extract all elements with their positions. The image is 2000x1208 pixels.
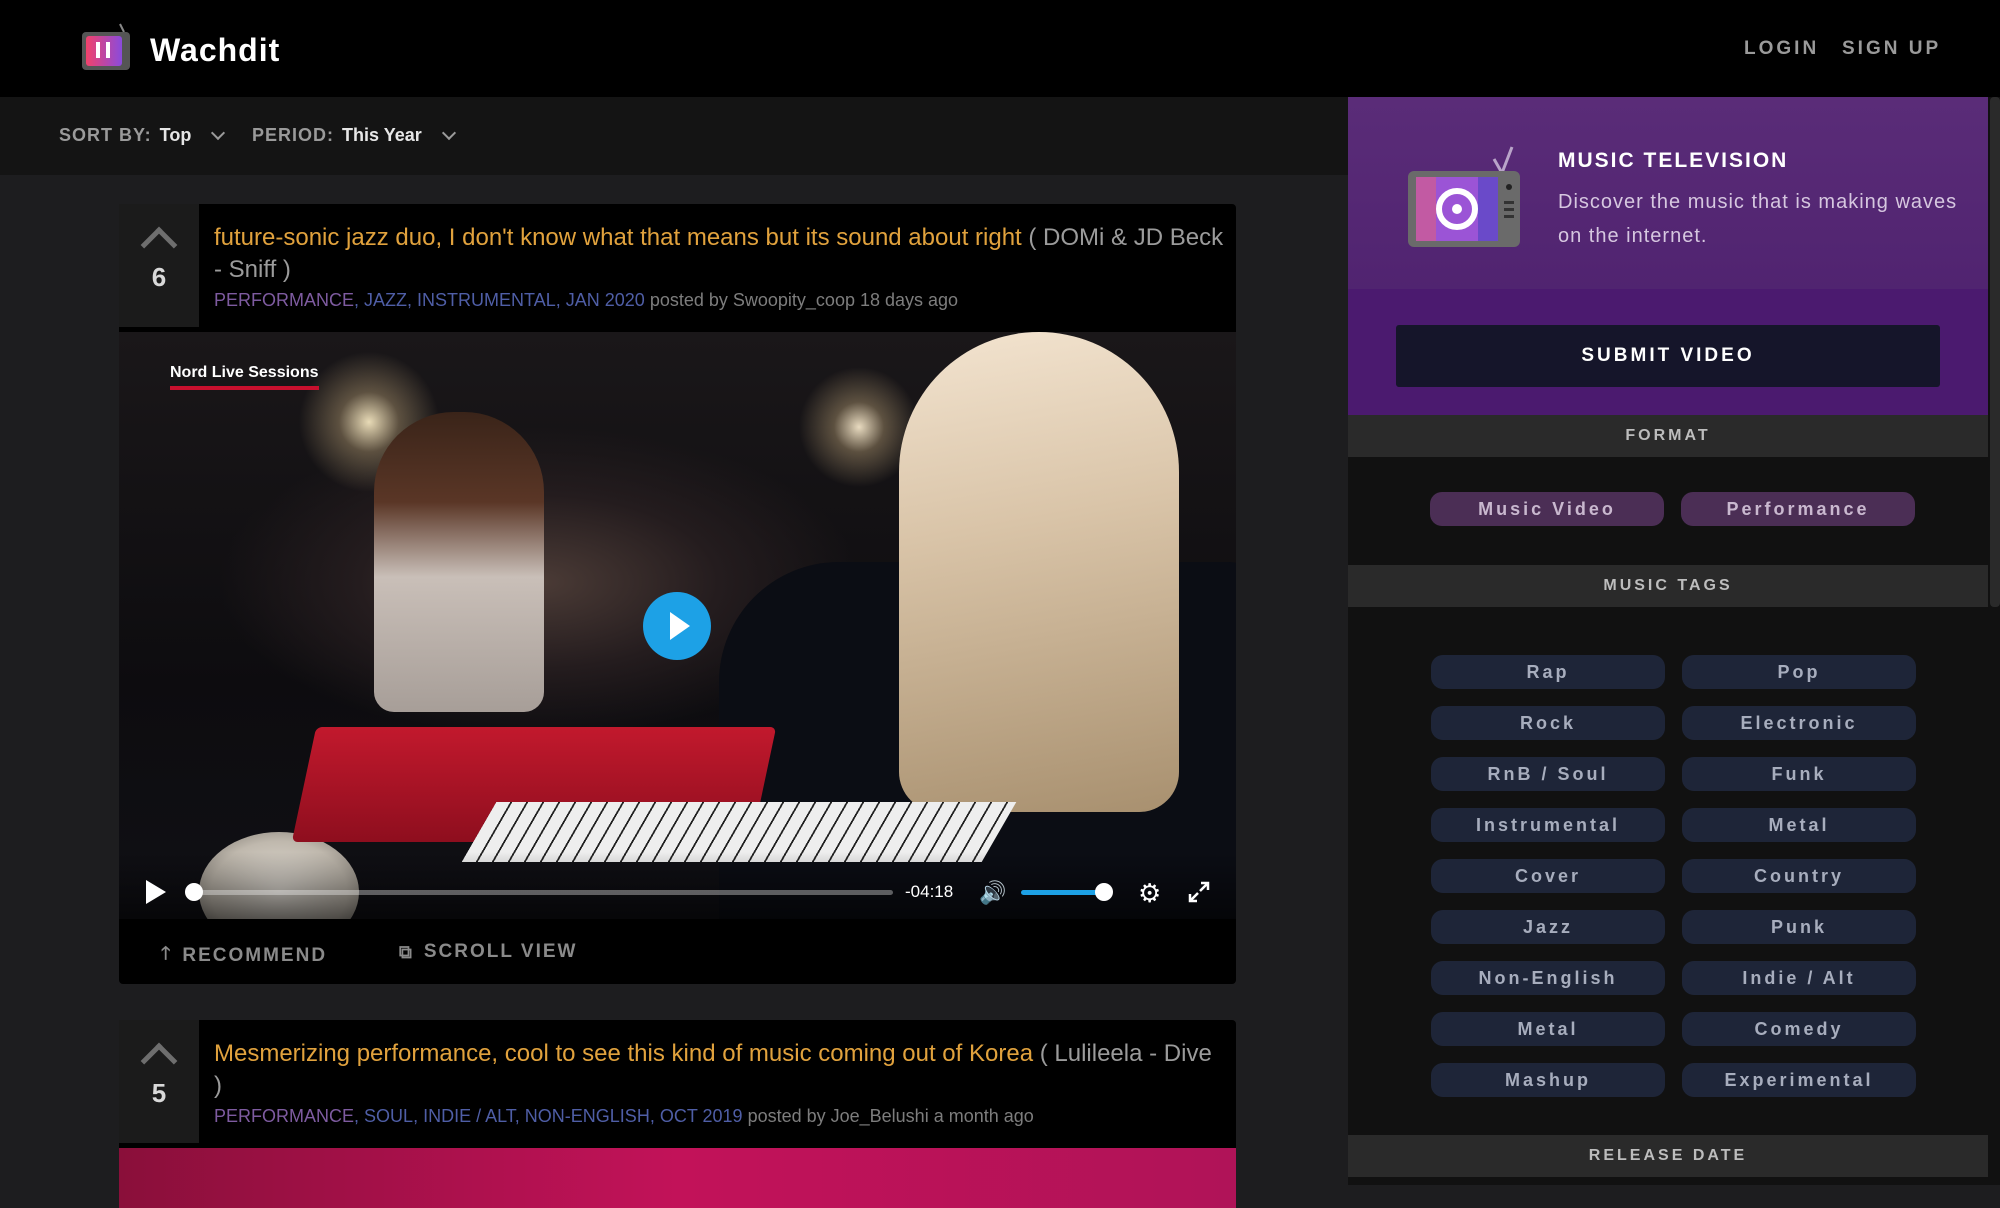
vote-box: 5 bbox=[119, 1020, 199, 1143]
volume-handle[interactable] bbox=[1095, 883, 1113, 901]
play-button[interactable] bbox=[146, 880, 166, 904]
sort-label: SORT BY: bbox=[59, 125, 152, 145]
sort-value: Top bbox=[159, 125, 192, 145]
tag-pop[interactable]: Pop bbox=[1682, 655, 1916, 689]
tag-link[interactable]: JAN 2020 bbox=[566, 290, 645, 310]
period-label: PERIOD: bbox=[252, 125, 335, 145]
tag-country[interactable]: Country bbox=[1682, 859, 1916, 893]
recommend-label: RECOMMEND bbox=[182, 945, 328, 966]
post-card: 6 future-sonic jazz duo, I don't know wh… bbox=[119, 204, 1236, 984]
posted-by: posted by Swoopity_coop 18 days ago bbox=[649, 290, 959, 310]
music-tags-heading: MUSIC TAGS bbox=[1348, 565, 1988, 607]
volume-icon[interactable]: 🔊 bbox=[979, 882, 1006, 904]
post-meta: PERFORMANCE, SOUL, INDIE / ALT, NON-ENGL… bbox=[214, 1106, 1034, 1126]
sort-bar: SORT BY: Top PERIOD: This Year bbox=[0, 97, 1348, 175]
upvote-arrow-icon[interactable] bbox=[140, 1042, 178, 1080]
chevron-down-icon bbox=[211, 125, 226, 140]
scroll-view-icon: ⧉ bbox=[399, 941, 414, 962]
tag-electronic[interactable]: Electronic bbox=[1682, 706, 1916, 740]
video-watermark: Nord Live Sessions bbox=[170, 364, 319, 390]
scroll-view-label: SCROLL VIEW bbox=[423, 941, 578, 962]
vote-count: 6 bbox=[151, 262, 167, 292]
tag-jazz[interactable]: Jazz bbox=[1431, 910, 1665, 944]
arrow-up-icon: 🡑 bbox=[161, 943, 173, 963]
period-dropdown[interactable]: PERIOD: This Year bbox=[252, 125, 456, 146]
tag-link[interactable]: PERFORMANCE bbox=[214, 290, 354, 310]
format-heading: FORMAT bbox=[1348, 415, 1988, 457]
sidebar-scrollbar[interactable] bbox=[1990, 97, 2000, 607]
sidebar: MUSIC TELEVISION Discover the music that… bbox=[1348, 97, 2000, 1185]
video-player[interactable] bbox=[119, 1148, 1236, 1208]
music-tags-section: Rap Pop Rock Electronic RnB / Soul Funk … bbox=[1348, 607, 1988, 1135]
tag-non-english[interactable]: Non-English bbox=[1431, 961, 1665, 995]
promo-title: MUSIC TELEVISION bbox=[1558, 149, 1789, 172]
format-section: Music Video Performance bbox=[1348, 457, 1988, 565]
tv-logo-icon[interactable] bbox=[80, 22, 132, 74]
vote-count: 5 bbox=[151, 1078, 167, 1108]
tag-punk[interactable]: Punk bbox=[1682, 910, 1916, 944]
tag-link[interactable]: PERFORMANCE bbox=[214, 1106, 354, 1126]
music-tv-icon bbox=[1408, 146, 1520, 247]
tag-rap[interactable]: Rap bbox=[1431, 655, 1665, 689]
upvote-arrow-icon[interactable] bbox=[140, 226, 178, 264]
fullscreen-icon[interactable] bbox=[1187, 880, 1211, 904]
seek-bar[interactable] bbox=[193, 890, 893, 895]
video-scene-drummer bbox=[374, 412, 544, 712]
posted-by: posted by Joe_Belushi a month ago bbox=[747, 1106, 1034, 1126]
recommend-button[interactable]: 🡑 RECOMMEND bbox=[161, 941, 327, 971]
tag-instrumental[interactable]: Instrumental bbox=[1431, 808, 1665, 842]
format-music-video[interactable]: Music Video bbox=[1430, 492, 1664, 526]
tag-metal[interactable]: Metal bbox=[1682, 808, 1916, 842]
release-date-heading: RELEASE DATE bbox=[1348, 1135, 1988, 1177]
tag-rnb-soul[interactable]: RnB / Soul bbox=[1431, 757, 1665, 791]
top-navbar: Wachdit LOGIN SIGN UP bbox=[0, 0, 2000, 97]
period-value: This Year bbox=[342, 125, 422, 145]
tag-link[interactable]: SOUL bbox=[364, 1106, 413, 1126]
settings-gear-icon[interactable]: ⚙ bbox=[1138, 880, 1164, 906]
tag-link[interactable]: INSTRUMENTAL bbox=[417, 290, 556, 310]
play-overlay-button[interactable] bbox=[643, 592, 711, 660]
post-title-text[interactable]: Mesmerizing performance, cool to see thi… bbox=[214, 1040, 1033, 1067]
submit-video-button[interactable]: SUBMIT VIDEO bbox=[1396, 325, 1940, 387]
video-controls: -04:18 🔊 ⚙ bbox=[119, 852, 1236, 919]
tag-mashup[interactable]: Mashup bbox=[1431, 1063, 1665, 1097]
post-card: 5 Mesmerizing performance, cool to see t… bbox=[119, 1020, 1236, 1208]
video-scene-hair bbox=[899, 332, 1179, 812]
post-actions: 🡑 RECOMMEND ⧉ SCROLL VIEW bbox=[119, 919, 1236, 989]
post-title[interactable]: future-sonic jazz duo, I don't know what… bbox=[214, 222, 1224, 286]
time-remaining: -04:18 bbox=[905, 882, 954, 901]
chevron-down-icon bbox=[441, 125, 456, 140]
format-performance[interactable]: Performance bbox=[1681, 492, 1915, 526]
tag-link[interactable]: NON-ENGLISH bbox=[525, 1106, 650, 1126]
brand-name[interactable]: Wachdit bbox=[150, 32, 280, 69]
login-link[interactable]: LOGIN bbox=[1744, 38, 1819, 60]
tag-comedy[interactable]: Comedy bbox=[1682, 1012, 1916, 1046]
promo-description: Discover the music that is making waves … bbox=[1558, 191, 1958, 247]
promo-panel: MUSIC TELEVISION Discover the music that… bbox=[1348, 97, 1988, 415]
sort-dropdown[interactable]: SORT BY: Top bbox=[59, 125, 226, 146]
tag-rock[interactable]: Rock bbox=[1431, 706, 1665, 740]
signup-link[interactable]: SIGN UP bbox=[1842, 38, 1941, 60]
scroll-view-button[interactable]: ⧉ SCROLL VIEW bbox=[399, 941, 577, 963]
tag-metal[interactable]: Metal bbox=[1431, 1012, 1665, 1046]
tag-cover[interactable]: Cover bbox=[1431, 859, 1665, 893]
post-meta: PERFORMANCE, JAZZ, INSTRUMENTAL, JAN 202… bbox=[214, 290, 959, 310]
tag-indie-alt[interactable]: Indie / Alt bbox=[1682, 961, 1916, 995]
seek-handle[interactable] bbox=[185, 883, 203, 901]
tag-link[interactable]: OCT 2019 bbox=[660, 1106, 743, 1126]
post-title[interactable]: Mesmerizing performance, cool to see thi… bbox=[214, 1038, 1224, 1102]
tag-link[interactable]: JAZZ bbox=[364, 290, 407, 310]
vote-box: 6 bbox=[119, 204, 199, 327]
tag-experimental[interactable]: Experimental bbox=[1682, 1063, 1916, 1097]
video-player[interactable]: Nord Live Sessions -04:18 🔊 ⚙ bbox=[119, 332, 1236, 919]
tag-link[interactable]: INDIE / ALT bbox=[423, 1106, 515, 1126]
post-title-text[interactable]: future-sonic jazz duo, I don't know what… bbox=[214, 224, 1022, 251]
tag-funk[interactable]: Funk bbox=[1682, 757, 1916, 791]
